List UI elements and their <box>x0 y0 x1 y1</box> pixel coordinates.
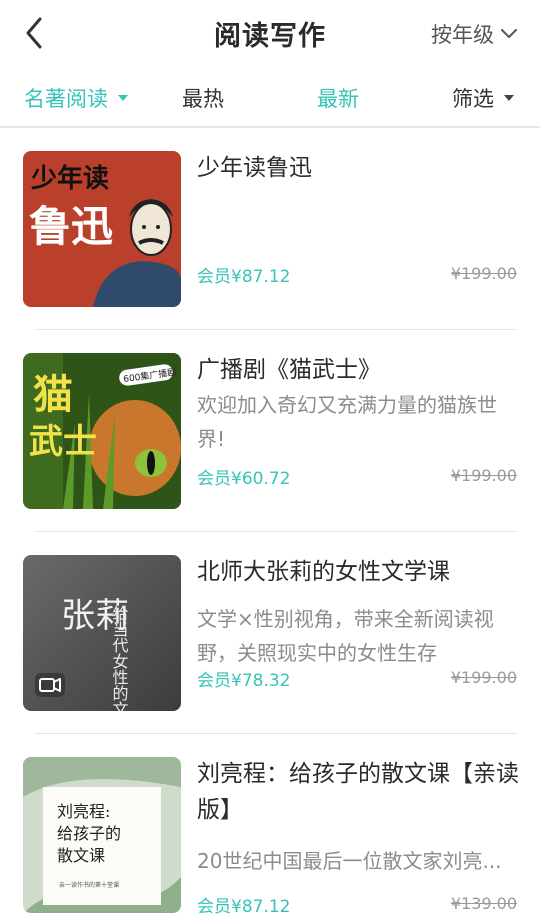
item-title: 少年读鲁迅 <box>197 155 312 181</box>
book-cover: 少年读 鲁迅 <box>23 151 181 307</box>
book-cover: 猫 武士 600集广播剧 <box>23 353 181 509</box>
svg-text:猫: 猫 <box>33 372 73 418</box>
list-item[interactable]: 刘亮程: 给孩子的 散文课 亲一读作书的第十堂课 刘亮程：给孩子的散文课【亲读版… <box>0 734 540 924</box>
svg-text:武士: 武士 <box>29 422 97 462</box>
book-cover: 张莉 给当代女性的文学课 <box>23 555 181 711</box>
tab-label: 名著阅读 <box>24 87 108 111</box>
list-item[interactable]: 少年读 鲁迅 少年读鲁迅 会员¥87.12 ¥199.00 <box>0 128 540 330</box>
tab-label: 筛选 <box>452 87 494 111</box>
filter-tabs: 名著阅读 最热 最新 筛选 <box>0 66 540 128</box>
svg-text:给孩子的: 给孩子的 <box>57 824 121 843</box>
svg-text:刘亮程:: 刘亮程: <box>57 802 110 821</box>
item-title: 刘亮程：给孩子的散文课【亲读版】 <box>197 761 519 823</box>
list-item[interactable]: 猫 武士 600集广播剧 广播剧《猫武士》 欢迎加入奇幻又充满力量的猫族世界! … <box>0 330 540 532</box>
member-price: 会员¥87.12 <box>197 267 291 287</box>
svg-text:鲁迅: 鲁迅 <box>29 202 113 251</box>
original-price: ¥199.00 <box>450 264 517 283</box>
member-price: 会员¥87.12 <box>197 897 291 917</box>
svg-text:给当代女性的文学课: 给当代女性的文学课 <box>110 605 129 711</box>
item-description: 欢迎加入奇幻又充满力量的猫族世界! <box>197 393 497 451</box>
original-price: ¥139.00 <box>450 894 517 913</box>
book-cover: 刘亮程: 给孩子的 散文课 亲一读作书的第十堂课 <box>23 757 181 913</box>
item-title: 北师大张莉的女性文学课 <box>197 559 450 585</box>
grade-label: 按年级 <box>431 23 494 47</box>
chevron-down-icon <box>501 29 517 38</box>
caret-down-icon <box>118 95 128 101</box>
caret-down-icon <box>504 95 514 101</box>
item-description: 文学×性别视角，带来全新阅读视野，关照现实中的女性生存 <box>197 607 494 665</box>
svg-text:亲一读作书的第十堂课: 亲一读作书的第十堂课 <box>59 881 119 889</box>
tab-hottest[interactable]: 最热 <box>182 83 224 113</box>
top-bar: 阅读写作 按年级 <box>0 0 540 66</box>
tab-filter[interactable]: 筛选 <box>452 83 514 113</box>
original-price: ¥199.00 <box>450 466 517 485</box>
tab-newest[interactable]: 最新 <box>317 83 359 113</box>
member-price: 会员¥78.32 <box>197 671 291 691</box>
item-title: 广播剧《猫武士》 <box>197 357 381 383</box>
tab-classics-reading[interactable]: 名著阅读 <box>24 83 128 113</box>
tab-label: 最热 <box>182 87 224 111</box>
tab-label: 最新 <box>317 87 359 111</box>
svg-text:散文课: 散文课 <box>57 846 105 865</box>
grade-selector[interactable]: 按年级 <box>431 19 518 49</box>
item-description: 20世纪中国最后一位散文家刘亮... <box>197 849 502 873</box>
svg-text:少年读: 少年读 <box>30 163 109 194</box>
member-price: 会员¥60.72 <box>197 469 291 489</box>
list-item[interactable]: 张莉 给当代女性的文学课 北师大张莉的女性文学课 文学×性别视角，带来全新阅读视… <box>0 532 540 734</box>
original-price: ¥199.00 <box>450 668 517 687</box>
